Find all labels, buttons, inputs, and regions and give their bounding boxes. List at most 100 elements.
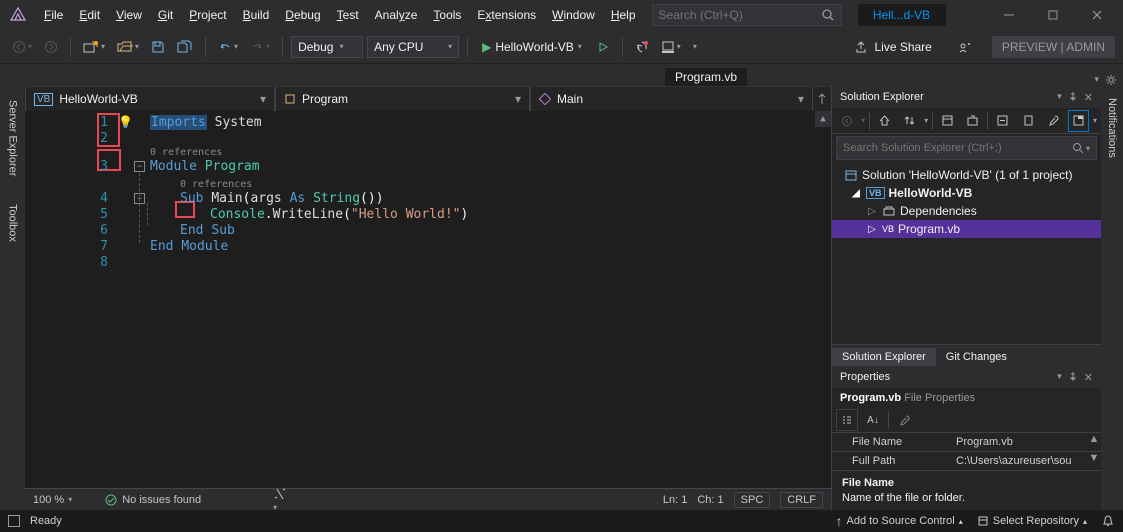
zoom-level[interactable]: 100 %▾ (33, 494, 72, 506)
menu-project[interactable]: Project (181, 4, 234, 26)
redo[interactable]: ▾ (246, 38, 274, 56)
solution-search[interactable]: ▾ (836, 136, 1097, 160)
menu-git[interactable]: Git (150, 4, 181, 26)
preview-selected[interactable] (1068, 110, 1089, 132)
pin-icon[interactable] (1068, 371, 1078, 381)
save[interactable] (147, 38, 169, 56)
menu-extensions[interactable]: Extensions (469, 4, 544, 26)
close-icon[interactable]: ✕ (1084, 371, 1093, 384)
dropdown-icon[interactable]: ▾ (1057, 91, 1062, 104)
platform-dropdown[interactable]: Any CPU ▾ (367, 36, 459, 58)
menu-debug[interactable]: Debug (277, 4, 328, 26)
dependencies-node[interactable]: ▷ Dependencies (832, 202, 1101, 220)
caret-col[interactable]: Ch: 1 (697, 494, 723, 506)
search-icon (1072, 142, 1084, 154)
properties-button[interactable] (1043, 110, 1064, 132)
source-control-button[interactable]: ↑ Add to Source Control ▴ (836, 513, 963, 529)
caret-line[interactable]: Ln: 1 (663, 494, 687, 506)
categorize-button[interactable] (836, 409, 858, 431)
menu-build[interactable]: Build (235, 4, 278, 26)
sync-button[interactable] (962, 110, 983, 132)
toolbox-tab[interactable]: Toolbox (5, 200, 21, 246)
expand-icon[interactable]: ◢ (850, 188, 862, 199)
property-value[interactable]: Program.vb (952, 433, 1087, 451)
live-share-button[interactable]: Live Share (846, 38, 939, 56)
split-editor[interactable] (813, 87, 831, 111)
minimize-button[interactable] (991, 3, 1027, 27)
toolbar-overflow[interactable]: ▾ (689, 40, 701, 53)
open-file[interactable]: ▾ (113, 38, 143, 56)
fold-toggle[interactable]: − (134, 161, 145, 172)
gear-icon[interactable] (1105, 74, 1117, 86)
tab-label: Program.vb (675, 70, 737, 84)
nav-forward[interactable] (40, 38, 62, 56)
method-dropdown[interactable]: Main ▾ (530, 87, 813, 111)
task-status-icon[interactable] (8, 515, 20, 527)
property-value[interactable]: C:\Users\azureuser\sou (952, 452, 1087, 470)
back-button[interactable] (836, 110, 857, 132)
expand-icon[interactable]: ▷ (866, 224, 878, 235)
codelens[interactable]: 0 references (150, 147, 222, 158)
file-node-program[interactable]: ▷ VB Program.vb (832, 220, 1101, 238)
close-button[interactable] (1079, 3, 1115, 27)
codelens[interactable]: 0 references (180, 179, 252, 190)
dropdown-icon[interactable]: ▾ (1057, 371, 1062, 384)
menu-help[interactable]: Help (603, 4, 644, 26)
hot-reload[interactable] (631, 38, 653, 56)
pin-icon[interactable] (1068, 91, 1078, 101)
home-button[interactable] (874, 110, 895, 132)
close-icon[interactable]: ✕ (1084, 91, 1093, 104)
quick-search[interactable] (652, 4, 842, 26)
menu-tools[interactable]: Tools (425, 4, 469, 26)
menu-analyze[interactable]: Analyze (367, 4, 426, 26)
menu-file[interactable]: File (36, 4, 71, 26)
notifications-tab[interactable]: Notifications (1104, 94, 1120, 162)
save-all[interactable] (173, 38, 197, 56)
project-dropdown[interactable]: VB HelloWorld-VB ▾ (25, 87, 275, 111)
tab-dropdown[interactable]: ▾ (1094, 74, 1099, 86)
bell-icon[interactable] (1101, 514, 1115, 528)
menu-edit[interactable]: Edit (71, 4, 108, 26)
editor-body[interactable]: 1 2 3 4 5 6 7 8 💡 ▲ − − Imports System (25, 111, 831, 488)
collapse-all[interactable] (992, 110, 1013, 132)
indent-mode[interactable]: SPC (734, 492, 771, 508)
sort-button[interactable]: A↓ (862, 409, 884, 431)
scroll-down-icon[interactable]: ▼ (1087, 452, 1101, 470)
property-row[interactable]: File Name Program.vb ▲ (832, 432, 1101, 451)
tab-git-changes[interactable]: Git Changes (936, 348, 1017, 366)
property-pages[interactable] (893, 409, 915, 431)
show-all-files[interactable] (1018, 110, 1039, 132)
nav-back[interactable]: ▾ (8, 38, 36, 56)
config-dropdown[interactable]: Debug ▾ (291, 36, 363, 58)
class-dropdown[interactable]: Program ▾ (275, 87, 530, 111)
switch-views[interactable] (899, 110, 920, 132)
pending-changes[interactable] (937, 110, 958, 132)
menu-view[interactable]: View (108, 4, 150, 26)
menu-window[interactable]: Window (544, 4, 603, 26)
select-repo-button[interactable]: Select Repository ▴ (977, 515, 1087, 527)
scroll-up-icon[interactable]: ▲ (1087, 433, 1101, 451)
start-nodebug[interactable] (592, 38, 614, 56)
scroll-up[interactable]: ▲ (815, 111, 831, 127)
health-indicator[interactable]: ▾ (273, 487, 287, 513)
line-ending[interactable]: CRLF (780, 492, 823, 508)
undo[interactable]: ▾ (214, 38, 242, 56)
menu-test[interactable]: Test (329, 4, 367, 26)
start-debug-button[interactable]: ▶ HelloWorld-VB ▾ (476, 38, 588, 56)
solution-search-input[interactable] (843, 142, 1072, 154)
code-area[interactable]: ▲ − − Imports System 0 references Module… (120, 111, 831, 488)
server-explorer-tab[interactable]: Server Explorer (5, 96, 21, 180)
project-node[interactable]: ◢ VB HelloWorld-VB (832, 184, 1101, 202)
property-row[interactable]: Full Path C:\Users\azureuser\sou ▼ (832, 451, 1101, 470)
preview-admin-badge: PREVIEW | ADMIN (992, 36, 1115, 58)
expand-icon[interactable]: ▷ (866, 206, 878, 217)
tab-solution-explorer[interactable]: Solution Explorer (832, 348, 936, 366)
browser-link[interactable]: ▾ (657, 38, 685, 56)
solution-node[interactable]: Solution 'HelloWorld-VB' (1 of 1 project… (832, 166, 1101, 184)
tab-program[interactable]: Program.vb (665, 67, 747, 86)
maximize-button[interactable] (1035, 3, 1071, 27)
search-input[interactable] (659, 8, 821, 22)
error-status[interactable]: No issues found (104, 493, 201, 507)
new-project[interactable]: ▾ (79, 38, 109, 56)
feedback-button[interactable] (954, 38, 976, 56)
